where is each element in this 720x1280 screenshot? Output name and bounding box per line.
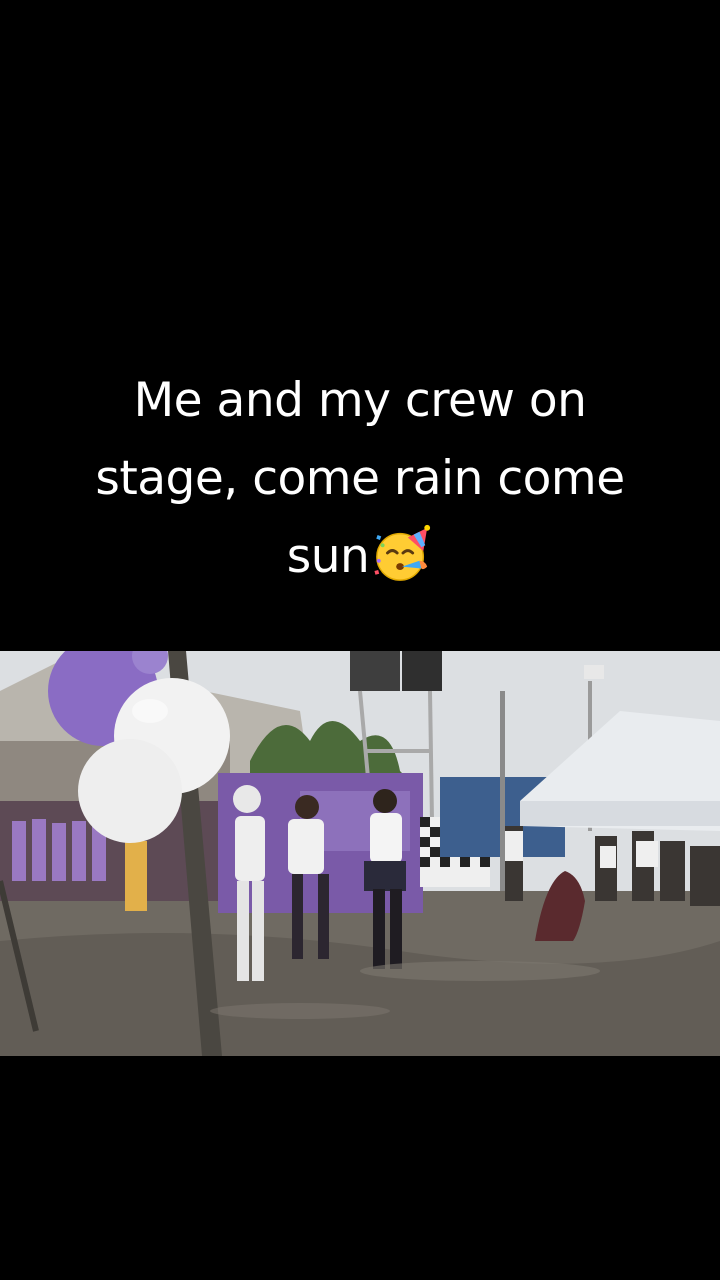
balloon-highlight: [132, 699, 168, 723]
caption-line-3-wrap: sun: [40, 518, 680, 596]
photo-scene: [0, 651, 720, 1056]
caption-line-1: Me and my crew on: [133, 373, 587, 428]
partying-face-icon: [374, 524, 431, 581]
water-tank-1: [350, 651, 400, 691]
yellow-dressed-person: [125, 841, 147, 911]
caption-line-3: sun: [286, 529, 370, 584]
puddle-reflection: [360, 961, 600, 981]
tent-valance: [520, 801, 720, 826]
video-frame: Me and my crew on stage, come rain come …: [0, 0, 720, 1280]
balloon-white-bottom: [78, 739, 182, 843]
street-light: [584, 665, 604, 679]
power-pole: [500, 691, 505, 891]
water-tank-2: [402, 651, 442, 691]
puddle-reflection-2: [210, 1003, 390, 1019]
performance-photo: [0, 651, 720, 1056]
caption-line-2: stage, come rain come: [95, 451, 625, 506]
caption-text: Me and my crew on stage, come rain come …: [40, 362, 680, 596]
